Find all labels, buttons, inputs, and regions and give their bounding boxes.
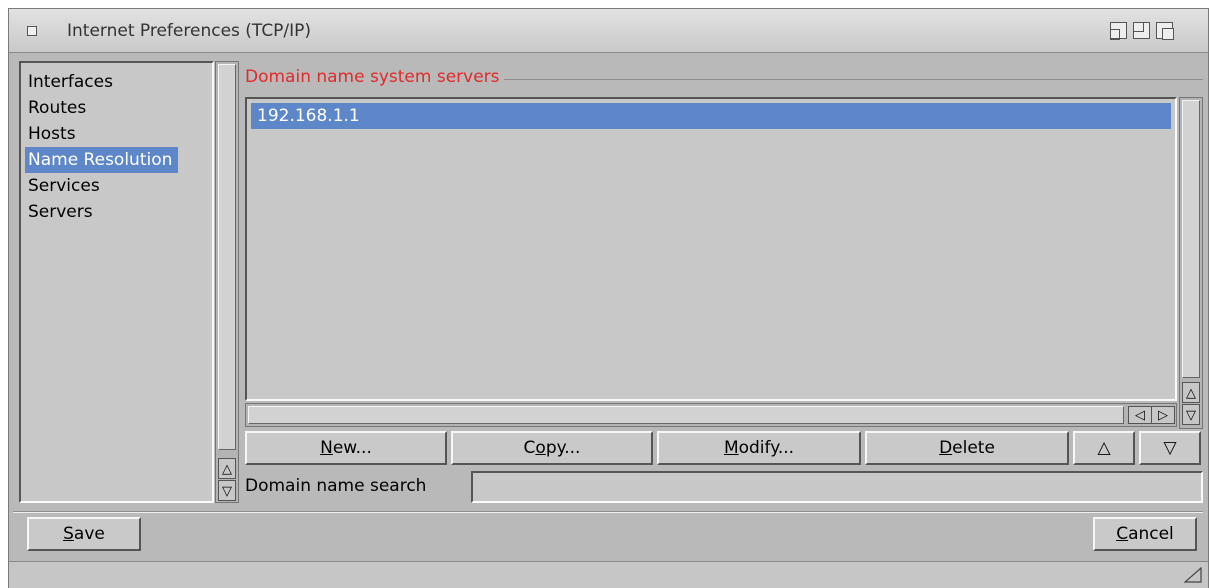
dns-server-row[interactable]: 192.168.1.1 bbox=[251, 103, 1171, 129]
scroll-knob[interactable] bbox=[248, 406, 1124, 424]
category-item-name-resolution[interactable]: Name Resolution bbox=[25, 147, 179, 173]
scroll-knob[interactable] bbox=[1182, 100, 1200, 378]
iconify-icon[interactable] bbox=[1133, 22, 1150, 39]
scroll-up-icon[interactable]: △ bbox=[1182, 382, 1200, 403]
cancel-button[interactable]: Cancel bbox=[1093, 517, 1197, 551]
content-area: Interfaces Routes Hosts Name Resolution … bbox=[13, 57, 1205, 507]
scroll-knob[interactable] bbox=[218, 64, 236, 450]
domain-search-input[interactable] bbox=[471, 471, 1203, 503]
category-item-services[interactable]: Services bbox=[25, 173, 212, 199]
title-bar[interactable]: Internet Preferences (TCP/IP) bbox=[9, 9, 1208, 53]
scroll-left-icon[interactable]: ◁ bbox=[1128, 406, 1152, 424]
move-down-button[interactable]: ▽ bbox=[1139, 431, 1201, 465]
dns-group-label: Domain name system servers bbox=[245, 67, 504, 87]
scroll-down-icon[interactable]: ▽ bbox=[218, 480, 236, 501]
dns-horizontal-scrollbar[interactable]: ◁ ▷ bbox=[245, 403, 1177, 427]
preferences-window: Internet Preferences (TCP/IP) Interfaces… bbox=[8, 8, 1209, 588]
modify-button[interactable]: Modify... bbox=[657, 431, 861, 465]
category-item-hosts[interactable]: Hosts bbox=[25, 121, 212, 147]
category-item-servers[interactable]: Servers bbox=[25, 199, 212, 225]
zoom-icon[interactable] bbox=[1110, 22, 1127, 40]
close-icon[interactable] bbox=[27, 26, 37, 36]
scroll-up-icon[interactable]: △ bbox=[218, 458, 236, 479]
new-button[interactable]: New... bbox=[245, 431, 447, 465]
copy-button[interactable]: Copy... bbox=[451, 431, 653, 465]
category-scrollbar[interactable]: △ ▽ bbox=[215, 61, 239, 503]
footer-divider bbox=[13, 511, 1203, 513]
delete-button[interactable]: Delete bbox=[865, 431, 1069, 465]
dns-vertical-scrollbar[interactable]: △ ▽ bbox=[1179, 97, 1203, 429]
depth-icon[interactable] bbox=[1156, 22, 1174, 40]
resize-icon[interactable] bbox=[1184, 567, 1202, 583]
save-button[interactable]: Save bbox=[27, 517, 141, 551]
move-up-button[interactable]: △ bbox=[1073, 431, 1135, 465]
category-item-routes[interactable]: Routes bbox=[25, 95, 212, 121]
scroll-down-icon[interactable]: ▽ bbox=[1182, 404, 1200, 425]
category-list[interactable]: Interfaces Routes Hosts Name Resolution … bbox=[19, 61, 214, 503]
category-item-interfaces[interactable]: Interfaces bbox=[25, 69, 212, 95]
dns-server-list[interactable]: 192.168.1.1 bbox=[245, 97, 1177, 401]
status-bar bbox=[9, 561, 1208, 588]
domain-search-label: Domain name search bbox=[245, 476, 427, 496]
window-title: Internet Preferences (TCP/IP) bbox=[67, 21, 312, 41]
scroll-right-icon[interactable]: ▷ bbox=[1151, 406, 1175, 424]
